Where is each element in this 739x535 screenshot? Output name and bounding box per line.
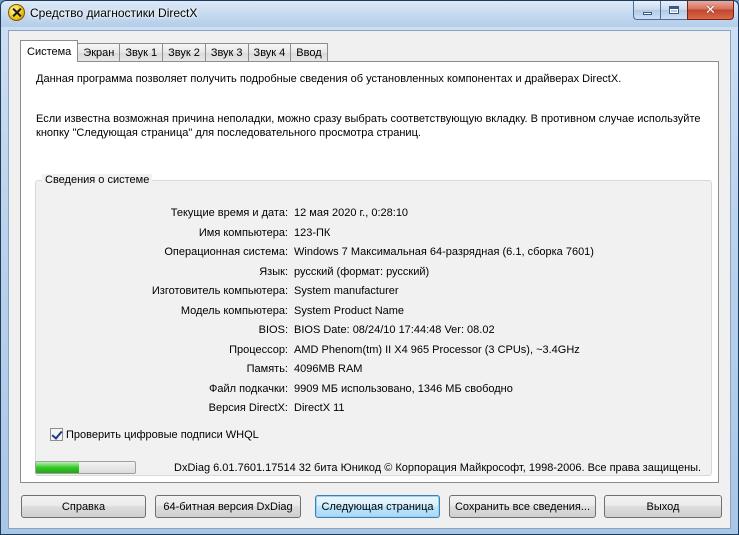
info-value: 4096MB RAM xyxy=(294,363,363,375)
whql-checkbox[interactable] xyxy=(50,428,63,441)
info-label: Изготовитель компьютера: xyxy=(151,285,288,297)
info-label: Язык: xyxy=(259,265,288,278)
info-value: русский (формат: русский) xyxy=(294,265,430,278)
exit-button[interactable]: Выход xyxy=(604,495,722,518)
button-row: Справка 64-битная версия DxDiag Следующа… xyxy=(21,495,723,518)
info-value: 123-ПК xyxy=(294,226,331,239)
info-label: Текущие время и дата: xyxy=(170,207,288,219)
progress-fill xyxy=(36,462,79,473)
version-copyright-text: DxDiag 6.01.7601.17514 32 бита Юникод © … xyxy=(174,462,702,474)
info-label: Операционная система: xyxy=(164,246,288,258)
info-label: Имя компьютера: xyxy=(198,226,288,239)
minimize-icon xyxy=(642,11,652,15)
next-page-button[interactable]: Следующая страница xyxy=(315,495,440,518)
group-title: Сведения о системе xyxy=(42,174,153,186)
caption-buttons: ✕ xyxy=(633,1,734,20)
tab-sound-4[interactable]: Звук 4 xyxy=(247,43,292,62)
info-value: 9909 МБ использовано, 1346 МБ свободно xyxy=(294,382,513,395)
info-row-processor: Процессор: AMD Phenom(tm) II X4 965 Proc… xyxy=(36,344,713,360)
info-row-language: Язык: русский (формат: русский) xyxy=(36,266,713,282)
close-button[interactable]: ✕ xyxy=(687,1,734,20)
info-row-page-file: Файл подкачки: 9909 МБ использовано, 134… xyxy=(36,383,713,399)
info-label: Файл подкачки: xyxy=(208,382,288,395)
info-value: 12 мая 2020 г., 0:28:10 xyxy=(294,207,409,219)
info-value: System Product Name xyxy=(294,304,405,317)
tab-display[interactable]: Экран xyxy=(77,43,121,62)
info-row-manufacturer: Изготовитель компьютера: System manufact… xyxy=(36,285,713,301)
tab-sound-2[interactable]: Звук 2 xyxy=(162,43,206,62)
system-info-group: Сведения о системе Текущие время и дата:… xyxy=(35,174,713,476)
info-row-directx-version: Версия DirectX: DirectX 11 xyxy=(36,402,713,418)
x64-dxdiag-button[interactable]: 64-битная версия DxDiag xyxy=(155,495,301,518)
intro-text: Данная программа позволяет получить подр… xyxy=(36,73,622,85)
info-row-computer-name: Имя компьютера: 123-ПК xyxy=(36,227,713,243)
maximize-icon xyxy=(669,6,679,14)
info-value: AMD Phenom(tm) II X4 965 Processor (3 CP… xyxy=(294,343,580,356)
close-icon: ✕ xyxy=(705,2,716,18)
info-label: Версия DirectX: xyxy=(208,402,288,414)
tab-input[interactable]: Ввод xyxy=(290,43,328,62)
title-bar[interactable]: Средство диагностики DirectX ✕ xyxy=(1,1,738,27)
tab-system[interactable]: Система xyxy=(20,40,79,62)
client-area: Система Экран Звук 1 Звук 2 Звук 3 Звук … xyxy=(8,30,731,529)
info-label: Процессор: xyxy=(229,343,288,356)
info-row-bios: BIOS: BIOS Date: 08/24/10 17:44:48 Ver: … xyxy=(36,324,713,340)
tab-sound-1[interactable]: Звук 1 xyxy=(119,43,164,62)
system-tab-panel: Данная программа позволяет получить подр… xyxy=(20,61,719,483)
intro-hint-text: Если известна возможная причина неполадк… xyxy=(36,113,701,139)
info-value: BIOS Date: 08/24/10 17:44:48 Ver: 08.02 xyxy=(294,324,495,336)
info-row-model: Модель компьютера: System Product Name xyxy=(36,305,713,321)
info-value: Windows 7 Максимальная 64-разрядная (6.1… xyxy=(294,246,594,258)
progress-bar xyxy=(35,461,136,474)
save-all-info-button[interactable]: Сохранить все сведения... xyxy=(449,495,596,518)
whql-checkbox-row[interactable]: Проверить цифровые подписи WHQL xyxy=(50,428,259,441)
window-title: Средство диагностики DirectX xyxy=(30,6,198,20)
tab-sound-3[interactable]: Звук 3 xyxy=(204,43,249,62)
whql-label: Проверить цифровые подписи WHQL xyxy=(66,428,259,441)
info-label: Модель компьютера: xyxy=(180,304,288,317)
dxdiag-window: Средство диагностики DirectX ✕ Система Э… xyxy=(0,0,739,535)
maximize-button[interactable] xyxy=(660,1,687,20)
info-row-memory: Память: 4096MB RAM xyxy=(36,363,713,379)
info-value: System manufacturer xyxy=(294,285,399,297)
info-value: DirectX 11 xyxy=(294,402,345,414)
info-label: Память: xyxy=(246,363,288,375)
info-label: BIOS: xyxy=(258,324,288,336)
directx-app-icon xyxy=(8,4,25,21)
info-row-datetime: Текущие время и дата: 12 мая 2020 г., 0:… xyxy=(36,207,713,223)
info-row-os: Операционная система: Windows 7 Максимал… xyxy=(36,246,713,262)
minimize-button[interactable] xyxy=(633,1,660,20)
help-button[interactable]: Справка xyxy=(21,495,146,518)
tab-strip: Система Экран Звук 1 Звук 2 Звук 3 Звук … xyxy=(20,40,328,62)
